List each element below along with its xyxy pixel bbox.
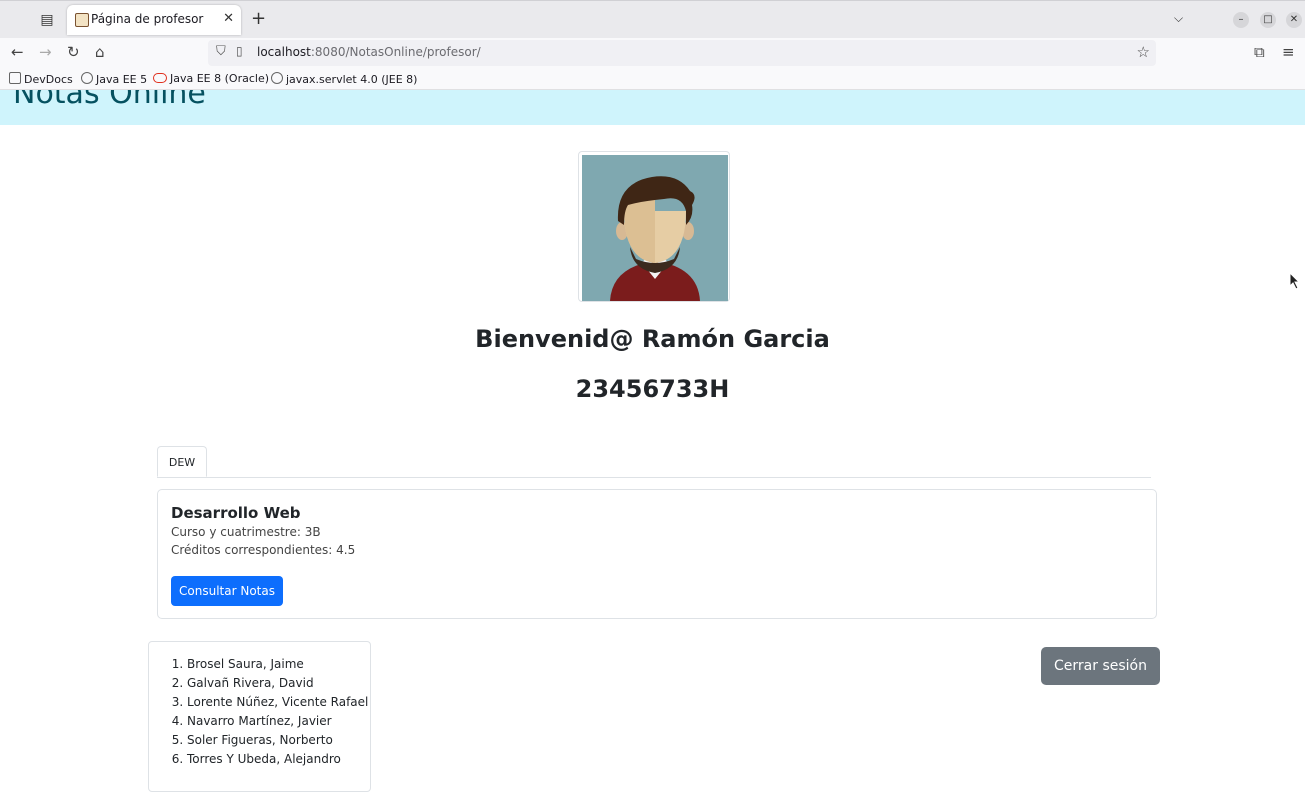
list-item: Galvañ Rivera, David xyxy=(187,674,368,693)
avatar-image xyxy=(582,155,728,301)
bookmark-javaee5[interactable]: Java EE 5 xyxy=(81,72,147,86)
home-icon[interactable]: ⌂ xyxy=(95,43,105,61)
bookmarks-bar: DevDocs Java EE 5 Java EE 8 (Oracle) jav… xyxy=(0,68,1305,90)
list-item: Brosel Saura, Jaime xyxy=(187,655,368,674)
browser-nav-bar: ← → ↻ ⌂ ⛉ ▯ localhost:8080/NotasOnline/p… xyxy=(0,38,1305,68)
list-item: Soler Figueras, Norberto xyxy=(187,731,368,750)
list-item: Navarro Martínez, Javier xyxy=(187,712,368,731)
tab-list-icon[interactable]: ▤ xyxy=(38,11,56,29)
maximize-icon[interactable]: □ xyxy=(1260,12,1276,28)
menu-icon[interactable]: ≡ xyxy=(1282,43,1295,61)
tab-title: Página de profesor xyxy=(91,12,204,26)
avatar xyxy=(578,151,730,302)
globe-icon xyxy=(81,72,93,84)
subject-creditos: Créditos correspondientes: 4.5 xyxy=(171,543,356,557)
shield-icon[interactable]: ⛉ xyxy=(216,44,226,59)
tab-dew[interactable]: DEW xyxy=(157,446,207,477)
reload-icon[interactable]: ↻ xyxy=(67,43,80,61)
url-bar[interactable]: ⛉ ▯ localhost:8080/NotasOnline/profesor/… xyxy=(208,40,1156,66)
close-window-icon[interactable]: ✕ xyxy=(1286,12,1302,28)
new-tab-icon[interactable]: + xyxy=(251,9,266,29)
list-item: Lorente Núñez, Vicente Rafael xyxy=(187,693,368,712)
list-item: Torres Y Ubeda, Alejandro xyxy=(187,750,368,769)
devdocs-icon xyxy=(9,72,21,84)
subject-card: Desarrollo Web Curso y cuatrimestre: 3B … xyxy=(157,489,1157,619)
students-list: Brosel Saura, Jaime Galvañ Rivera, David… xyxy=(148,641,371,792)
dni-heading: 23456733H xyxy=(575,375,730,403)
subject-curso: Curso y cuatrimestre: 3B xyxy=(171,525,321,539)
browser-tab-bar: ▤ Página de profesor ✕ + ⌵ – □ ✕ xyxy=(0,0,1305,38)
consultar-notas-button[interactable]: Consultar Notas xyxy=(171,576,283,606)
subject-tabs: DEW xyxy=(157,446,1151,478)
back-icon[interactable]: ← xyxy=(11,43,24,61)
site-banner: Notas Online xyxy=(0,90,1305,125)
bookmark-star-icon[interactable]: ☆ xyxy=(1137,43,1150,61)
page-icon: ▯ xyxy=(236,44,243,58)
logout-button[interactable]: Cerrar sesión xyxy=(1041,647,1160,685)
tab-close-icon[interactable]: ✕ xyxy=(223,11,234,26)
oracle-icon xyxy=(153,73,167,83)
mouse-cursor-icon xyxy=(1289,272,1301,290)
welcome-heading: Bienvenid@ Ramón Garcia xyxy=(475,325,830,353)
minimize-icon[interactable]: – xyxy=(1233,12,1249,28)
globe-icon xyxy=(271,72,283,84)
subject-title: Desarrollo Web xyxy=(171,504,301,522)
forward-icon[interactable]: → xyxy=(39,43,52,61)
tab-favicon-icon xyxy=(75,13,89,27)
bookmark-devdocs[interactable]: DevDocs xyxy=(9,72,73,86)
browser-tab[interactable]: Página de profesor ✕ xyxy=(67,5,241,35)
chevron-down-icon[interactable]: ⌵ xyxy=(1174,11,1183,26)
extensions-icon[interactable]: ⧉ xyxy=(1254,43,1265,61)
bookmark-javaee8[interactable]: Java EE 8 (Oracle) xyxy=(153,72,269,85)
bookmark-servlet[interactable]: javax.servlet 4.0 (JEE 8) xyxy=(271,72,417,86)
site-title: Notas Online xyxy=(13,90,206,111)
url-text: localhost:8080/NotasOnline/profesor/ xyxy=(257,45,481,59)
